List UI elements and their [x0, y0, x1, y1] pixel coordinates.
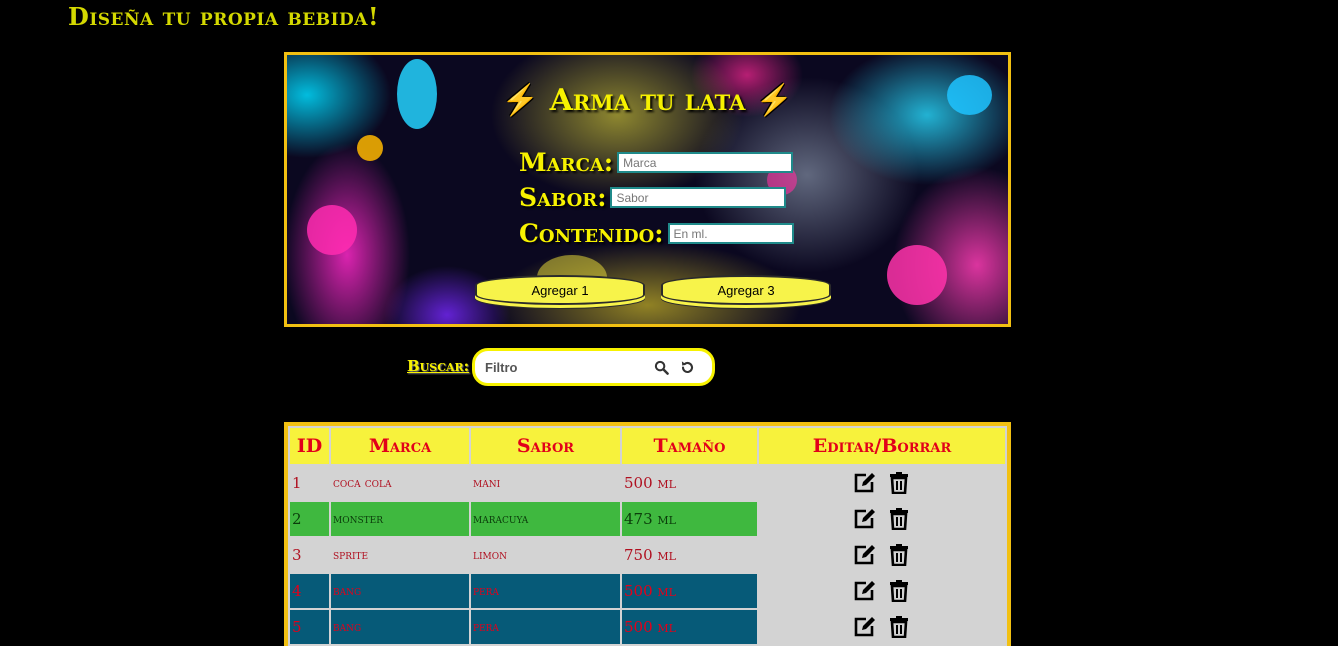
- cell-sabor: mani: [469, 464, 622, 502]
- header-marca: Marca: [329, 426, 471, 466]
- lightning-icon: ⚡: [755, 83, 794, 118]
- trash-icon[interactable]: [887, 616, 911, 639]
- cell-tamano: 500 ml: [620, 608, 759, 646]
- page-title: Diseña tu propia bebida!: [68, 2, 380, 31]
- table-header-row: ID Marca Sabor Tamaño Editar/Borrar: [288, 426, 1007, 466]
- lightning-icon: ⚡: [501, 83, 540, 118]
- header-tamano: Tamaño: [620, 426, 759, 466]
- cell-sabor: pera: [469, 572, 622, 610]
- edit-icon[interactable]: [853, 580, 877, 602]
- cell-id: 2: [288, 500, 331, 538]
- cell-actions: [757, 464, 1007, 502]
- trash-icon[interactable]: [887, 544, 911, 567]
- add-3-button[interactable]: Agregar 3: [661, 275, 831, 305]
- cell-actions: [757, 536, 1007, 574]
- marca-label: Marca:: [519, 148, 614, 177]
- cell-id: 1: [288, 464, 331, 502]
- cell-id: 5: [288, 608, 331, 646]
- marca-input[interactable]: [617, 152, 794, 173]
- cell-actions: [757, 608, 1007, 646]
- contenido-label: Contenido:: [519, 219, 664, 248]
- cell-marca: bang: [329, 572, 471, 610]
- table-row: 1 coca cola mani 500 ml: [288, 464, 1007, 502]
- cell-marca: monster: [329, 500, 471, 538]
- trash-icon[interactable]: [887, 472, 911, 495]
- drink-form-card: ⚡ Arma tu lata ⚡ Marca: Sabor: Contenido…: [284, 52, 1011, 327]
- table-row: 3 sprite limon 750 ml: [288, 536, 1007, 574]
- cell-marca: coca cola: [329, 464, 471, 502]
- cell-tamano: 500 ml: [620, 572, 759, 610]
- table-row: 4 bang pera 500 ml: [288, 572, 1007, 610]
- sabor-row: Sabor:: [519, 183, 787, 212]
- reset-icon[interactable]: [677, 357, 697, 377]
- edit-icon[interactable]: [853, 472, 877, 494]
- edit-icon[interactable]: [853, 616, 877, 638]
- header-sabor: Sabor: [469, 426, 622, 466]
- cell-marca: sprite: [329, 536, 471, 574]
- sabor-label: Sabor:: [519, 183, 607, 212]
- cell-tamano: 473 ml: [620, 500, 759, 538]
- contenido-row: Contenido:: [519, 219, 794, 248]
- cell-sabor: maracuya: [469, 500, 622, 538]
- cell-marca: bang: [329, 608, 471, 646]
- drinks-table: ID Marca Sabor Tamaño Editar/Borrar 1 co…: [284, 422, 1011, 646]
- cell-sabor: pera: [469, 608, 622, 646]
- marca-row: Marca:: [519, 148, 794, 177]
- header-actions: Editar/Borrar: [757, 426, 1007, 466]
- contenido-input[interactable]: [667, 223, 794, 244]
- cell-id: 4: [288, 572, 331, 610]
- cell-actions: [757, 500, 1007, 538]
- cell-actions: [757, 572, 1007, 610]
- trash-icon[interactable]: [887, 508, 911, 531]
- header-id: ID: [288, 426, 331, 466]
- trash-icon[interactable]: [887, 580, 911, 603]
- edit-icon[interactable]: [853, 544, 877, 566]
- form-title-text: Arma tu lata: [549, 83, 746, 118]
- add-1-button[interactable]: Agregar 1: [475, 275, 645, 305]
- table-row: 5 bang pera 500 ml: [288, 608, 1007, 646]
- search-box: [472, 348, 715, 386]
- search-icon[interactable]: [651, 357, 671, 377]
- sabor-input[interactable]: [610, 187, 787, 208]
- edit-icon[interactable]: [853, 508, 877, 530]
- search-input[interactable]: [485, 359, 645, 375]
- cell-tamano: 500 ml: [620, 464, 759, 502]
- cell-id: 3: [288, 536, 331, 574]
- search-label: Buscar:: [407, 357, 470, 375]
- form-title: ⚡ Arma tu lata ⚡: [287, 83, 1008, 118]
- cell-tamano: 750 ml: [620, 536, 759, 574]
- table-row: 2 monster maracuya 473 ml: [288, 500, 1007, 538]
- cell-sabor: limon: [469, 536, 622, 574]
